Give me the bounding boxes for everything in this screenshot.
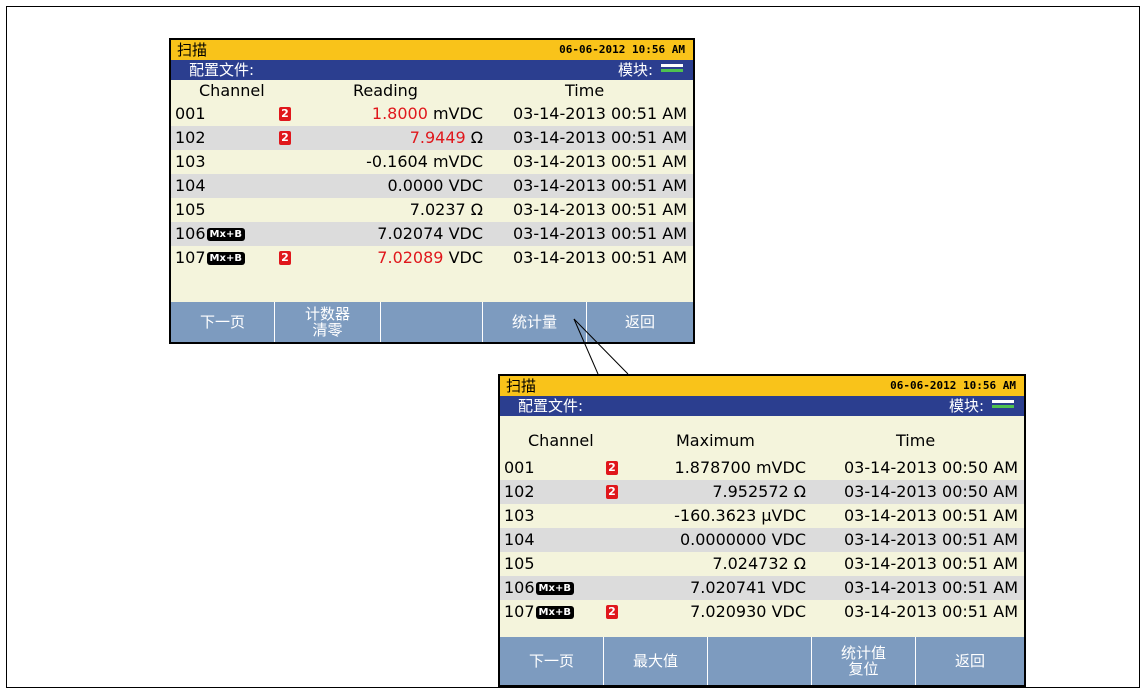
callout-line-left [573,318,599,375]
callout-lines [573,318,629,375]
callout-line-right [573,318,629,375]
